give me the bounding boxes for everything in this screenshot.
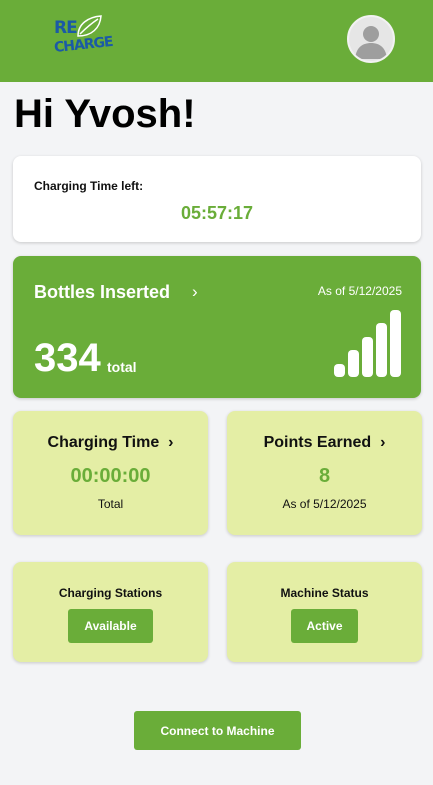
charging-time-title: Charging Time › — [47, 434, 174, 451]
charging-time-sub: Total — [97, 497, 124, 511]
machine-status-title: Machine Status — [280, 586, 369, 600]
connect-to-machine-button[interactable]: Connect to Machine — [134, 711, 301, 750]
recharge-logo[interactable]: RE CHARGE — [48, 14, 114, 66]
points-earned-title: Points Earned › — [263, 434, 386, 451]
bottles-inserted-title: Bottles Inserted — [34, 282, 171, 302]
machine-status-card: Machine Status Active — [227, 562, 422, 662]
charging-stations-card: Charging Stations Available — [13, 562, 208, 662]
user-avatar-icon[interactable] — [347, 15, 395, 63]
bottles-count: 334 — [34, 336, 101, 380]
app-header: RE CHARGE — [0, 0, 433, 82]
charging-time-value: 00:00:00 — [70, 465, 151, 487]
charging-time-left-card: Charging Time left: 05:57:17 — [13, 156, 421, 242]
charging-time-card[interactable]: Charging Time › 00:00:00 Total — [13, 411, 208, 535]
chevron-right-icon: › — [192, 282, 198, 301]
bottles-as-of-date: As of 5/12/2025 — [317, 284, 402, 298]
points-earned-sub: As of 5/12/2025 — [282, 497, 367, 511]
charging-time-left-label: Charging Time left: — [34, 179, 144, 193]
charging-time-left-value: 05:57:17 — [180, 203, 254, 223]
logo-text-top: RE — [54, 18, 78, 38]
machine-status-badge[interactable]: Active — [291, 609, 358, 643]
bottles-count-unit: total — [107, 359, 137, 375]
greeting-title: Hi Yvosh! — [14, 92, 196, 136]
chevron-right-icon: › — [168, 434, 174, 451]
bottles-inserted-card[interactable]: Bottles Inserted › As of 5/12/2025 334 t… — [13, 256, 421, 398]
chevron-right-icon: › — [380, 434, 386, 451]
points-earned-card[interactable]: Points Earned › 8 As of 5/12/2025 — [227, 411, 422, 535]
charging-stations-status-badge[interactable]: Available — [68, 609, 153, 643]
points-earned-value: 8 — [318, 465, 331, 487]
charging-stations-title: Charging Stations — [58, 586, 163, 600]
signal-bars-icon — [334, 310, 401, 377]
